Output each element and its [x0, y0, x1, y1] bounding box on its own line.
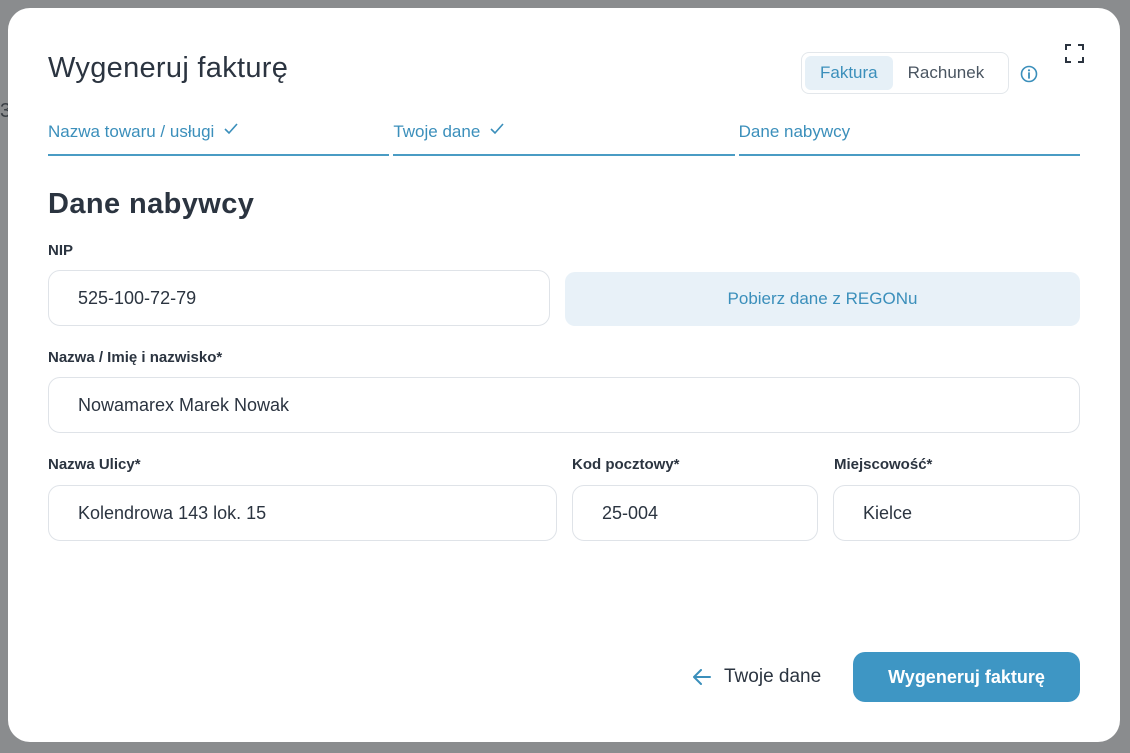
nip-label: NIP [48, 242, 74, 259]
back-button[interactable]: Twoje dane [693, 663, 821, 691]
street-input[interactable] [49, 486, 556, 540]
toggle-option-rachunek[interactable]: Rachunek [893, 56, 1000, 90]
fullscreen-icon[interactable] [1065, 44, 1084, 63]
check-icon [224, 123, 238, 135]
step-label: Twoje dane [393, 122, 481, 141]
step-label: Dane nabywcy [738, 122, 851, 141]
fetch-regon-button[interactable]: Pobierz dane z REGONu [565, 272, 1080, 326]
wizard-steps: Nazwa towaru / usługi Twoje dane Dane na… [48, 118, 1080, 156]
street-label: Nazwa Ulicy* [48, 456, 141, 473]
modal-title: Wygeneruj fakturę [48, 52, 289, 84]
arrow-left-icon [693, 669, 711, 685]
postal-code-input[interactable] [573, 486, 817, 540]
name-label: Nazwa / Imię i nazwisko* [48, 349, 223, 366]
check-icon [490, 123, 504, 135]
nip-field [48, 270, 550, 326]
back-button-label: Twoje dane [724, 666, 822, 687]
step-your-data[interactable]: Twoje dane [393, 118, 735, 156]
step-buyer-data[interactable]: Dane nabywcy [738, 118, 1080, 156]
document-type-toggle: Faktura Rachunek [801, 52, 1009, 94]
city-input[interactable] [834, 486, 1079, 540]
info-icon[interactable] [1020, 65, 1038, 83]
postal-code-label: Kod pocztowy* [572, 456, 680, 473]
city-field [833, 485, 1080, 541]
street-field [48, 485, 557, 541]
generate-invoice-button[interactable]: Wygeneruj fakturę [853, 652, 1080, 702]
postal-code-field [572, 485, 818, 541]
name-field [48, 377, 1080, 433]
step-product-service[interactable]: Nazwa towaru / usługi [48, 118, 390, 156]
nip-input[interactable] [49, 271, 549, 325]
city-label: Miejscowość* [834, 456, 933, 473]
name-input[interactable] [49, 378, 1079, 432]
toggle-option-faktura[interactable]: Faktura [805, 56, 893, 90]
section-title: Dane nabywcy [48, 188, 255, 220]
step-label: Nazwa towaru / usługi [48, 122, 215, 141]
generate-invoice-modal: Wygeneruj fakturę Faktura Rachunek Nazwa… [8, 8, 1120, 742]
